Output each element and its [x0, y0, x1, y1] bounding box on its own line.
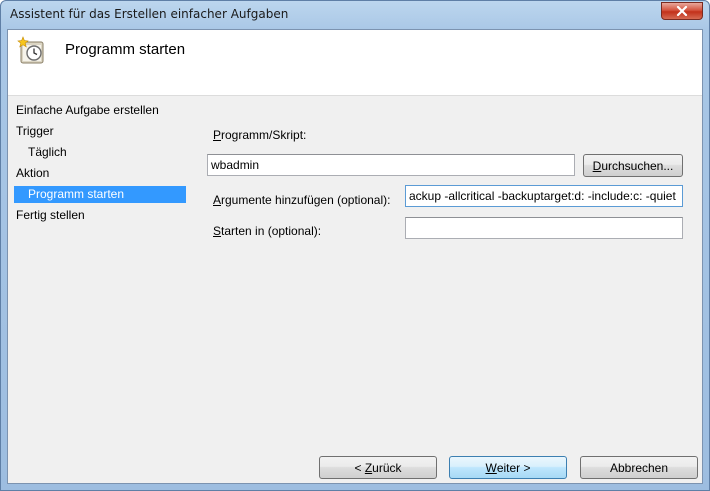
wizard-content: Programm starten Einfache Aufgabe erstel… — [7, 29, 703, 484]
arguments-label: Argumente hinzufügen (optional): — [213, 193, 391, 207]
browse-button[interactable]: Durchsuchen... — [583, 154, 683, 177]
close-icon — [676, 6, 688, 16]
step-trigger: Trigger — [16, 124, 54, 138]
step-finish: Fertig stellen — [16, 208, 85, 222]
step-action: Aktion — [16, 166, 50, 180]
wizard-window: Assistent für das Erstellen einfacher Au… — [0, 0, 710, 491]
next-button[interactable]: Weiter > — [449, 456, 567, 479]
arguments-input[interactable]: ackup -allcritical -backuptarget:d: -inc… — [405, 185, 683, 207]
wizard-header: Programm starten — [8, 30, 702, 96]
title-bar[interactable]: Assistent für das Erstellen einfacher Au… — [1, 1, 709, 29]
back-button[interactable]: < Zurück — [319, 456, 437, 479]
start-in-input[interactable] — [405, 217, 683, 239]
cancel-button[interactable]: Abbrechen — [580, 456, 698, 479]
program-label: Programm/Skript: — [213, 128, 307, 142]
program-input[interactable]: wbadmin — [207, 154, 575, 176]
step-create-task: Einfache Aufgabe erstellen — [16, 103, 159, 117]
step-start-program: Programm starten — [14, 186, 186, 203]
close-button[interactable] — [661, 2, 703, 20]
window-title: Assistent für das Erstellen einfacher Au… — [10, 7, 289, 21]
step-daily: Täglich — [28, 145, 67, 159]
start-in-label: Starten in (optional): — [213, 224, 322, 238]
page-title: Programm starten — [65, 41, 186, 58]
task-scheduler-icon — [17, 36, 44, 64]
